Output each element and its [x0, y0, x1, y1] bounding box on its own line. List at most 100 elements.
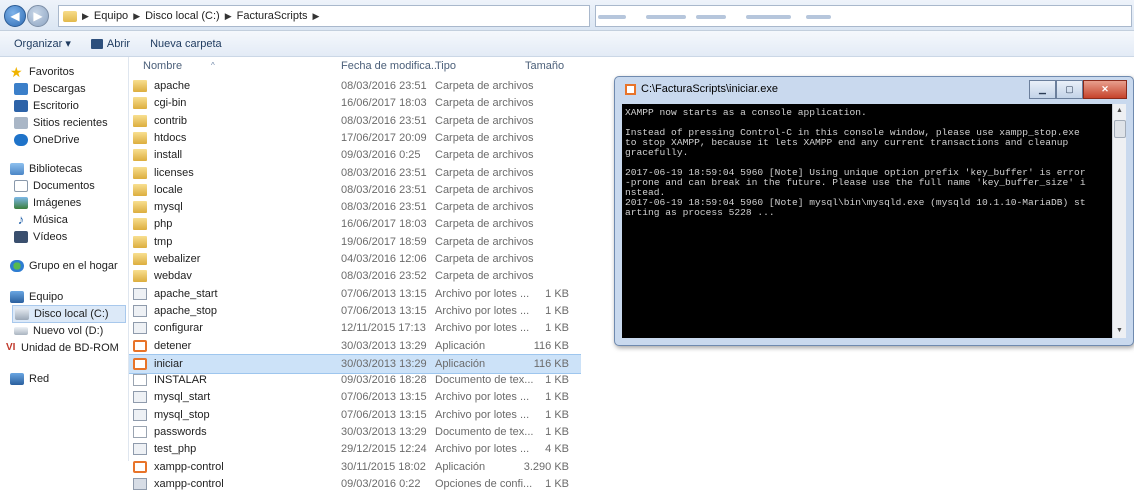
- scroll-thumb[interactable]: [1114, 120, 1126, 138]
- file-name: cgi-bin: [154, 97, 187, 110]
- file-row[interactable]: locale 08/03/2016 23:51 Carpeta de archivo…: [129, 181, 581, 199]
- nav-videos[interactable]: Vídeos: [14, 229, 67, 245]
- file-row[interactable]: passwords 30/03/2013 13:29 Documento de te…: [129, 423, 581, 441]
- chevron-right-icon: ▶: [312, 10, 320, 21]
- file-name-cell: licenses: [133, 164, 194, 182]
- file-row[interactable]: mysql_start 07/06/2013 13:15 Archivo por l…: [129, 388, 581, 406]
- file-name: contrib: [154, 114, 188, 127]
- file-date: 07/06/2013 13:15: [341, 391, 427, 404]
- nav-equipo[interactable]: Equipo: [10, 289, 63, 305]
- nav-bd-rom[interactable]: VI Unidad de BD-ROM: [6, 340, 119, 356]
- file-name-cell: test_php: [133, 440, 196, 458]
- column-header-type[interactable]: Tipo: [435, 57, 456, 75]
- nav-label: Favoritos: [29, 66, 75, 78]
- chevron-right-icon: ▶: [82, 10, 89, 21]
- breadcrumb-item-disco[interactable]: Disco local (C:): [145, 10, 220, 22]
- breadcrumb-item-facturascripts[interactable]: FacturaScripts: [237, 10, 308, 22]
- nav-disco-local-c[interactable]: Disco local (C:): [12, 305, 126, 323]
- new-folder-button[interactable]: Nueva carpeta: [150, 38, 222, 50]
- organize-button[interactable]: Organizar ▾: [14, 37, 71, 50]
- file-row[interactable]: php 16/06/2017 18:03 Carpeta de archivos: [129, 215, 581, 233]
- file-row[interactable]: apache_stop 07/06/2013 13:15 Archivo por l…: [129, 302, 581, 320]
- file-date: 17/06/2017 20:09: [341, 131, 427, 144]
- file-row[interactable]: contrib 08/03/2016 23:51 Carpeta de archiv…: [129, 112, 581, 130]
- file-row[interactable]: cgi-bin 16/06/2017 18:03 Carpeta de archiv…: [129, 94, 581, 112]
- file-name: mysql: [154, 201, 183, 214]
- file-type: Carpeta de archivos: [435, 270, 534, 283]
- nav-onedrive[interactable]: OneDrive: [14, 132, 79, 148]
- file-row[interactable]: install 09/03/2016 0:25 Carpeta de archivo…: [129, 146, 581, 164]
- file-row[interactable]: tmp 19/06/2017 18:59 Carpeta de archivos: [129, 233, 581, 251]
- file-row[interactable]: configurar 12/11/2015 17:13 Archivo por lo…: [129, 319, 581, 337]
- close-button[interactable]: ✕: [1083, 80, 1127, 99]
- back-button[interactable]: ◀: [4, 5, 26, 27]
- file-name: webalizer: [154, 253, 201, 265]
- libraries-icon: [10, 163, 24, 175]
- file-name: mysql_stop: [154, 408, 210, 421]
- nav-descargas[interactable]: Descargas: [14, 81, 86, 97]
- file-name: iniciar: [154, 357, 183, 370]
- file-row[interactable]: xampp-control 30/11/2015 18:02 Aplicación 3…: [129, 458, 581, 476]
- nav-sitios-recientes[interactable]: Sitios recientes: [14, 115, 108, 131]
- nav-documentos[interactable]: Documentos: [14, 178, 95, 194]
- nav-label: Música: [33, 214, 68, 226]
- file-size: 1 KB: [545, 426, 569, 438]
- nav-label: Sitios recientes: [33, 117, 108, 129]
- folder-icon: [133, 201, 147, 214]
- file-row[interactable]: webalizer 04/03/2016 12:06 Carpeta de arch…: [129, 250, 581, 268]
- file-date: 07/06/2013 13:15: [341, 287, 427, 300]
- file-type: Carpeta de archivos: [435, 166, 534, 179]
- nav-musica[interactable]: ♪ Música: [14, 212, 68, 228]
- file-row[interactable]: xampp-control 09/03/2016 0:22 Opciones de …: [129, 475, 581, 493]
- scroll-up-icon[interactable]: ▲: [1113, 104, 1126, 118]
- file-name: configurar: [154, 322, 203, 335]
- file-name-cell: configurar: [133, 319, 203, 337]
- file-type: Carpeta de archivos: [435, 201, 534, 214]
- folder-icon: [63, 10, 77, 22]
- nav-grupo-hogar[interactable]: Grupo en el hogar: [10, 258, 118, 274]
- folder-icon: [133, 235, 147, 248]
- column-header-date[interactable]: Fecha de modifica...: [341, 57, 440, 75]
- nav-nuevo-vol-d[interactable]: Nuevo vol (D:): [14, 323, 103, 339]
- file-size: 1 KB: [545, 374, 569, 387]
- xampp-icon: [625, 83, 636, 95]
- file-name-cell: passwords: [133, 423, 207, 441]
- nav-bibliotecas[interactable]: Bibliotecas: [10, 161, 82, 177]
- file-row[interactable]: test_php 29/12/2015 12:24 Archivo por lote…: [129, 440, 581, 458]
- nav-favorites[interactable]: ★ Favoritos: [10, 64, 74, 80]
- batch-file-icon: [133, 322, 147, 335]
- file-row[interactable]: INSTALAR 09/03/2016 18:28 Documento de tex…: [129, 371, 581, 389]
- file-row[interactable]: webdav 08/03/2016 23:52 Carpeta de archivo…: [129, 267, 581, 285]
- column-header-size[interactable]: Tamaño: [525, 57, 564, 75]
- console-scrollbar[interactable]: ▲ ▼: [1112, 104, 1126, 338]
- breadcrumb-item-equipo[interactable]: Equipo: [94, 10, 128, 22]
- nav-escritorio[interactable]: Escritorio: [14, 98, 79, 114]
- file-date: 16/06/2017 18:03: [341, 97, 427, 110]
- file-date: 09/03/2016 18:28: [341, 374, 427, 387]
- address-bar: ◀ ▶ ▶ Equipo ▶ Disco local (C:) ▶ Factur…: [0, 0, 1134, 31]
- console-title-bar: C:\FacturaScripts\iniciar.exe: [625, 83, 778, 95]
- file-date: 08/03/2016 23:51: [341, 80, 427, 92]
- scroll-down-icon[interactable]: ▼: [1113, 324, 1126, 338]
- file-row[interactable]: mysql 08/03/2016 23:51 Carpeta de archivos: [129, 198, 581, 216]
- file-name-cell: install: [133, 146, 182, 164]
- search-input[interactable]: [595, 5, 1132, 27]
- breadcrumb[interactable]: ▶ Equipo ▶ Disco local (C:) ▶ FacturaScr…: [58, 5, 590, 27]
- file-row[interactable]: mysql_stop 07/06/2013 13:15 Archivo por lo…: [129, 406, 581, 424]
- column-header-name[interactable]: Nombre: [143, 57, 182, 75]
- nav-red[interactable]: Red: [10, 371, 49, 387]
- file-row[interactable]: apache_start 07/06/2013 13:15 Archivo por …: [129, 285, 581, 303]
- navigation-pane: ★ Favoritos Descargas Escritorio Sitios …: [0, 57, 129, 461]
- minimize-button[interactable]: ▁: [1029, 80, 1056, 99]
- file-row[interactable]: detener 30/03/2013 13:29 Aplicación 116 KB: [129, 337, 581, 355]
- file-row[interactable]: apache 08/03/2016 23:51 Carpeta de archivo…: [129, 77, 581, 95]
- nav-label: Vídeos: [33, 231, 68, 243]
- file-row[interactable]: htdocs 17/06/2017 20:09 Carpeta de archivo…: [129, 129, 581, 147]
- nav-imagenes[interactable]: Imágenes: [14, 195, 81, 211]
- file-row[interactable]: licenses 08/03/2016 23:51 Carpeta de archi…: [129, 164, 581, 182]
- maximize-button[interactable]: ▢: [1056, 80, 1083, 99]
- forward-button[interactable]: ▶: [27, 5, 49, 27]
- console-output[interactable]: XAMPP now starts as a console applicatio…: [622, 104, 1117, 338]
- open-button[interactable]: Abrir: [90, 38, 130, 50]
- file-type: Carpeta de archivos: [435, 183, 534, 196]
